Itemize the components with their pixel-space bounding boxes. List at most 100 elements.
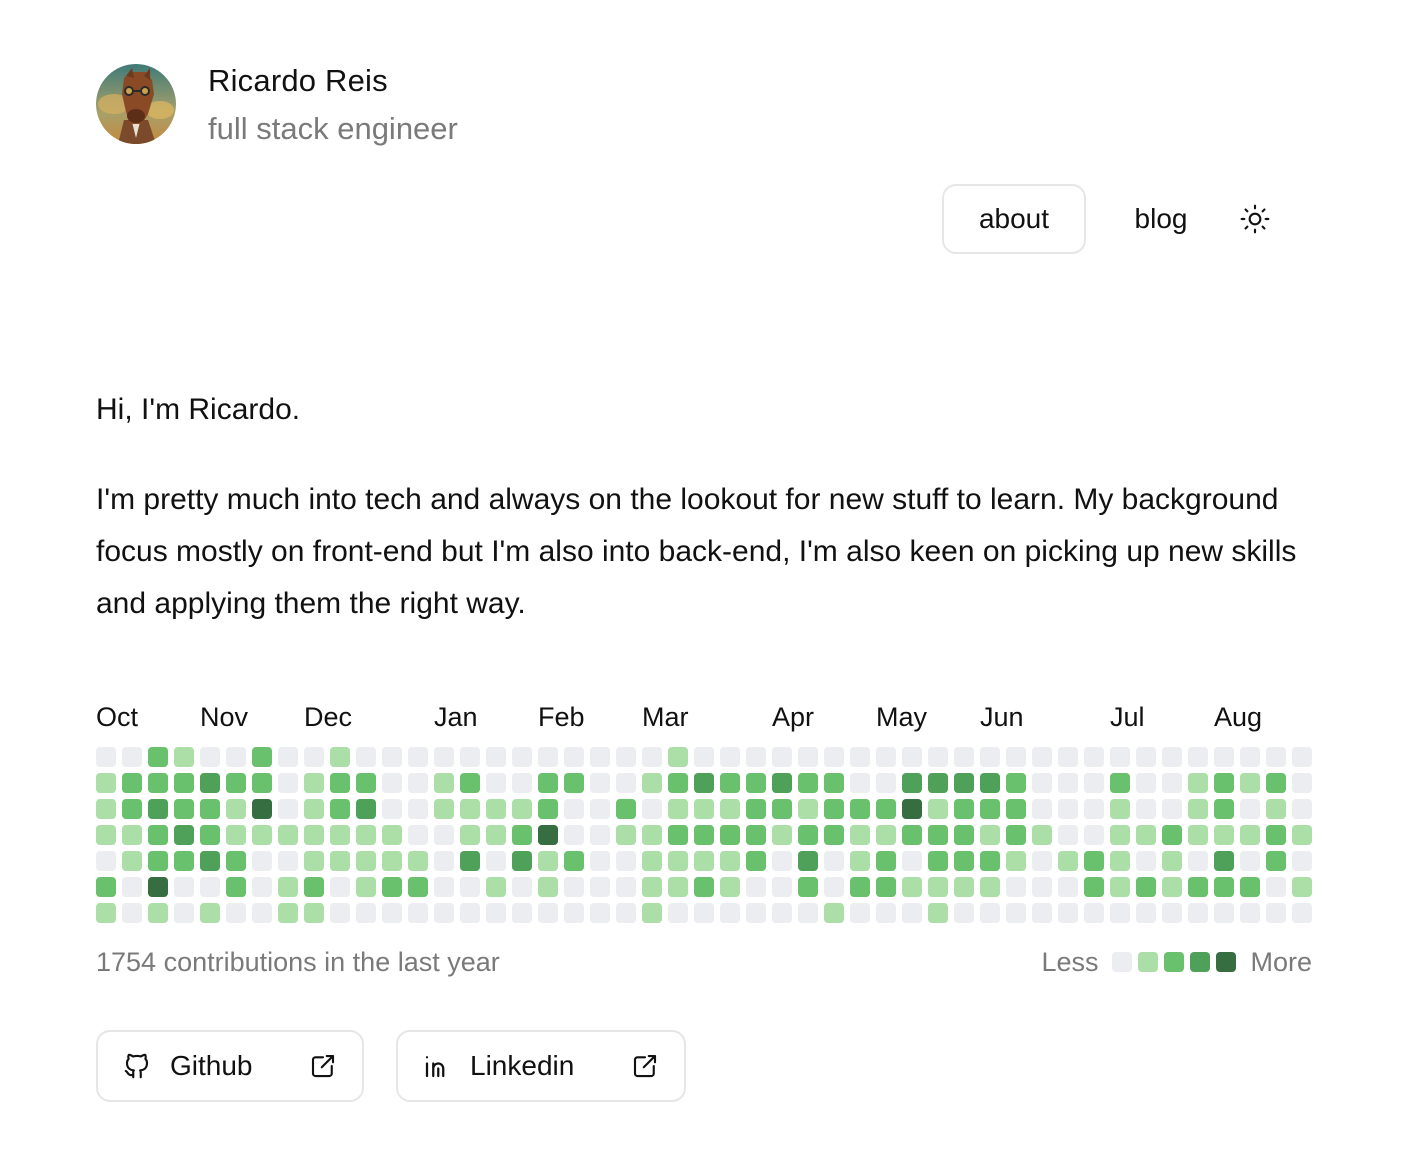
contribution-cell[interactable] <box>902 877 922 897</box>
contribution-cell[interactable] <box>278 799 298 819</box>
contribution-cell[interactable] <box>1058 747 1078 767</box>
contribution-cell[interactable] <box>746 851 766 871</box>
contribution-cell[interactable] <box>408 877 428 897</box>
contribution-cell[interactable] <box>980 747 1000 767</box>
contribution-cell[interactable] <box>642 773 662 793</box>
contribution-cell[interactable] <box>798 825 818 845</box>
contribution-cell[interactable] <box>538 903 558 923</box>
contribution-cell[interactable] <box>408 903 428 923</box>
contribution-cell[interactable] <box>200 773 220 793</box>
contribution-cell[interactable] <box>850 903 870 923</box>
contribution-cell[interactable] <box>252 773 272 793</box>
contribution-cell[interactable] <box>1292 773 1312 793</box>
contribution-cell[interactable] <box>1110 877 1130 897</box>
contribution-cell[interactable] <box>720 877 740 897</box>
contribution-cell[interactable] <box>122 799 142 819</box>
nav-about-button[interactable]: about <box>942 184 1086 254</box>
contribution-cell[interactable] <box>200 903 220 923</box>
contribution-cell[interactable] <box>96 851 116 871</box>
contribution-cell[interactable] <box>1058 877 1078 897</box>
contribution-cell[interactable] <box>1188 799 1208 819</box>
contribution-cell[interactable] <box>824 825 844 845</box>
contribution-cell[interactable] <box>746 825 766 845</box>
contribution-cell[interactable] <box>174 773 194 793</box>
contribution-cell[interactable] <box>226 903 246 923</box>
contribution-cell[interactable] <box>408 851 428 871</box>
contribution-cell[interactable] <box>174 747 194 767</box>
contribution-cell[interactable] <box>382 773 402 793</box>
contribution-cell[interactable] <box>746 747 766 767</box>
contribution-cell[interactable] <box>382 877 402 897</box>
contribution-cell[interactable] <box>96 747 116 767</box>
contribution-cell[interactable] <box>330 747 350 767</box>
contribution-cell[interactable] <box>668 799 688 819</box>
contribution-cell[interactable] <box>1214 799 1234 819</box>
contribution-cell[interactable] <box>590 825 610 845</box>
contribution-cell[interactable] <box>278 825 298 845</box>
contribution-cell[interactable] <box>1084 773 1104 793</box>
contribution-cell[interactable] <box>1240 799 1260 819</box>
contribution-cell[interactable] <box>226 825 246 845</box>
contribution-cell[interactable] <box>642 747 662 767</box>
contribution-cell[interactable] <box>434 851 454 871</box>
contribution-cell[interactable] <box>1266 799 1286 819</box>
contribution-cell[interactable] <box>330 799 350 819</box>
contribution-cell[interactable] <box>148 773 168 793</box>
contribution-cell[interactable] <box>1110 747 1130 767</box>
contribution-cell[interactable] <box>902 903 922 923</box>
contribution-cell[interactable] <box>1162 825 1182 845</box>
contribution-cell[interactable] <box>486 747 506 767</box>
contribution-cell[interactable] <box>954 825 974 845</box>
contribution-cell[interactable] <box>96 799 116 819</box>
contribution-cell[interactable] <box>954 799 974 819</box>
contribution-cell[interactable] <box>850 825 870 845</box>
contribution-cell[interactable] <box>876 747 896 767</box>
contribution-cell[interactable] <box>1110 773 1130 793</box>
contribution-cell[interactable] <box>1292 851 1312 871</box>
contribution-cell[interactable] <box>512 799 532 819</box>
contribution-cell[interactable] <box>876 773 896 793</box>
contribution-cell[interactable] <box>746 799 766 819</box>
contribution-cell[interactable] <box>434 877 454 897</box>
contribution-cell[interactable] <box>1058 799 1078 819</box>
contribution-cell[interactable] <box>1188 825 1208 845</box>
contribution-cell[interactable] <box>304 825 324 845</box>
contribution-cell[interactable] <box>486 773 506 793</box>
contribution-cell[interactable] <box>330 825 350 845</box>
contribution-cell[interactable] <box>902 747 922 767</box>
contribution-cell[interactable] <box>356 851 376 871</box>
contribution-cell[interactable] <box>1214 877 1234 897</box>
contribution-cell[interactable] <box>980 903 1000 923</box>
contribution-cell[interactable] <box>278 773 298 793</box>
contribution-cell[interactable] <box>850 747 870 767</box>
contribution-cell[interactable] <box>304 747 324 767</box>
contribution-cell[interactable] <box>356 825 376 845</box>
contribution-cell[interactable] <box>486 851 506 871</box>
contribution-cell[interactable] <box>1110 851 1130 871</box>
contribution-cell[interactable] <box>512 825 532 845</box>
contribution-cell[interactable] <box>278 851 298 871</box>
contribution-cell[interactable] <box>1006 799 1026 819</box>
contribution-cell[interactable] <box>356 799 376 819</box>
contribution-cell[interactable] <box>980 877 1000 897</box>
contribution-cell[interactable] <box>460 851 480 871</box>
contribution-cell[interactable] <box>772 903 792 923</box>
contribution-cell[interactable] <box>1058 851 1078 871</box>
contribution-cell[interactable] <box>564 877 584 897</box>
contribution-cell[interactable] <box>694 851 714 871</box>
contribution-cell[interactable] <box>382 747 402 767</box>
contribution-cell[interactable] <box>278 747 298 767</box>
contribution-cell[interactable] <box>174 825 194 845</box>
contribution-cell[interactable] <box>1162 877 1182 897</box>
contribution-cell[interactable] <box>304 773 324 793</box>
contribution-cell[interactable] <box>954 877 974 897</box>
contribution-cell[interactable] <box>876 877 896 897</box>
contribution-cell[interactable] <box>382 825 402 845</box>
contribution-cell[interactable] <box>564 825 584 845</box>
contribution-cell[interactable] <box>96 877 116 897</box>
contribution-cell[interactable] <box>1266 773 1286 793</box>
contribution-cell[interactable] <box>122 773 142 793</box>
contribution-cell[interactable] <box>486 825 506 845</box>
contribution-cell[interactable] <box>564 903 584 923</box>
contribution-cell[interactable] <box>850 799 870 819</box>
